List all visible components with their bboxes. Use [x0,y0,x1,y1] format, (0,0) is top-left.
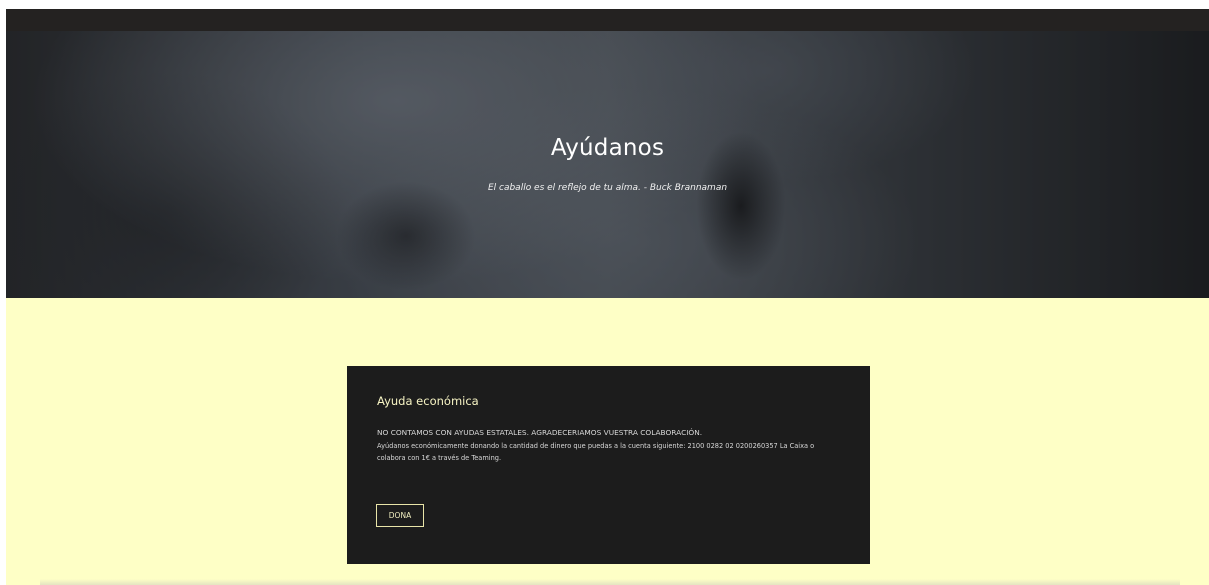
hero-quote: El caballo es el reflejo de tu alma. - B… [487,183,728,193]
card-notice: NO CONTAMOS CON AYUDAS ESTATALES. AGRADE… [377,428,703,437]
donation-card: Ayuda económica NO CONTAMOS CON AYUDAS E… [347,366,870,564]
hero-overlay [6,31,1209,298]
section-divider [40,579,1180,585]
page-title: Ayúdanos [550,135,665,161]
card-text: NO CONTAMOS CON AYUDAS ESTATALES. AGRADE… [377,427,840,464]
card-description: Ayúdanos económicamente donando la canti… [377,442,815,462]
card-title: Ayuda económica [377,394,479,408]
dona-button[interactable]: DONA [376,504,424,527]
top-bar [6,9,1209,31]
page: Ayúdanos El caballo es el reflejo de tu … [0,0,1209,585]
hero-banner: Ayúdanos El caballo es el reflejo de tu … [6,31,1209,298]
